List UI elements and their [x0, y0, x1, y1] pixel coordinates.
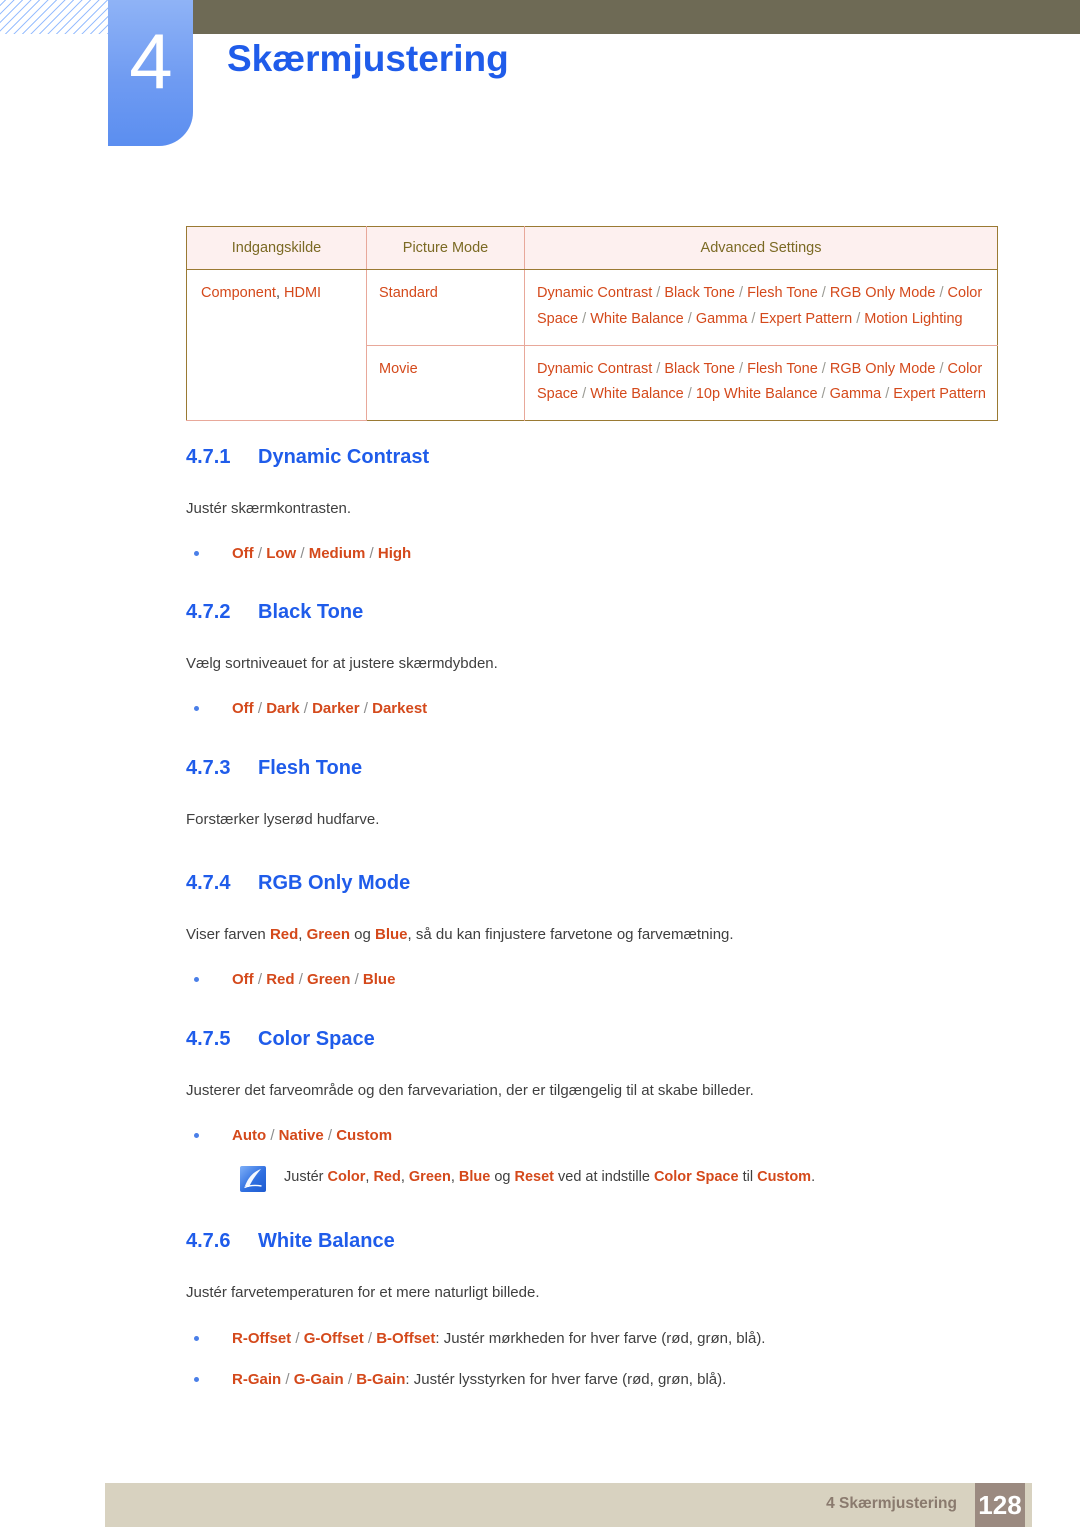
section-heading-4-7-3: 4.7.3 Flesh Tone: [186, 757, 998, 780]
section-title: White Balance: [258, 1230, 395, 1253]
detail-bullet-gain: R-Gain / G-Gain / B-Gain: Justér lysstyr…: [186, 1368, 998, 1392]
table-col-header-advanced-settings: Advanced Settings: [524, 226, 998, 270]
section-description-4-7-5: Justerer det farveområde og den farvevar…: [186, 1082, 754, 1100]
note-text: Justér Color, Red, Green, Blue og Reset …: [284, 1169, 816, 1186]
section-number: 4.7.5: [186, 1028, 231, 1051]
section-description-4-7-3: Forstærker lyserød hudfarve.: [186, 811, 380, 829]
picture-mode-table: Indgangskilde Picture Mode Advanced Sett…: [186, 226, 998, 422]
section-heading-4-7-5: 4.7.5 Color Space: [186, 1028, 998, 1051]
note-pen-icon: [240, 1166, 266, 1193]
section-heading-4-7-4: 4.7.4 RGB Only Mode: [186, 872, 998, 895]
cell-picture-mode-standard: Standard: [366, 269, 525, 346]
section-title: RGB Only Mode: [258, 872, 411, 895]
cell-input-source: Component, HDMI: [186, 269, 367, 422]
chapter-number-tab: 4: [108, 0, 193, 146]
section-title: Color Space: [258, 1028, 375, 1051]
cell-picture-mode-movie: Movie: [366, 345, 525, 421]
section-description-4-7-1: Justér skærmkontrasten.: [186, 500, 352, 518]
chapter-number: 4: [129, 17, 172, 105]
table-col-header-source: Indgangskilde: [186, 226, 367, 270]
section-number: 4.7.6: [186, 1230, 231, 1253]
header-olive-bar: [193, 0, 1080, 34]
page-content: Indgangskilde Picture Mode Advanced Sett…: [186, 226, 998, 1392]
cell-advanced-settings-movie: Dynamic Contrast / Black Tone / Flesh To…: [537, 360, 986, 403]
document-page: 4 Skærmjustering Indgangskilde Picture M…: [0, 0, 1080, 1527]
page-number-badge: 128: [975, 1483, 1025, 1527]
options-bullet-4-7-4: Off / Red / Green / Blue: [186, 968, 998, 992]
section-heading-4-7-6: 4.7.6 White Balance: [186, 1230, 998, 1253]
section-heading-4-7-2: 4.7.2 Black Tone: [186, 601, 998, 624]
detail-bullet-offset: R-Offset / G-Offset / B-Offset: Justér m…: [186, 1327, 998, 1351]
footer-bar: 4 Skærmjustering: [105, 1483, 1032, 1527]
section-description-4-7-2: Vælg sortniveauet for at justere skærmdy…: [186, 655, 498, 673]
options-bullet-4-7-2: Off / Dark / Darker / Darkest: [186, 697, 998, 721]
section-title: Dynamic Contrast: [258, 446, 430, 469]
footer-chapter-label: 4 Skærmjustering: [826, 1495, 957, 1512]
section-title: Black Tone: [258, 601, 364, 624]
cell-advanced-settings-standard: Dynamic Contrast / Black Tone / Flesh To…: [524, 269, 998, 346]
table-row: Component, HDMI Standard Dynamic Contras…: [186, 269, 998, 422]
section-description-4-7-4: Viser farven Red, Green og Blue, så du k…: [186, 926, 734, 944]
section-heading-4-7-1: 4.7.1 Dynamic Contrast: [186, 446, 998, 469]
note-block: Justér Color, Red, Green, Blue og Reset …: [186, 1166, 998, 1200]
section-number: 4.7.1: [186, 446, 231, 469]
table-col-header-picture-mode: Picture Mode: [366, 226, 525, 270]
page-title: Skærmjustering: [227, 38, 509, 79]
section-title: Flesh Tone: [258, 757, 363, 780]
section-number: 4.7.4: [186, 872, 231, 895]
section-number: 4.7.2: [186, 601, 231, 624]
options-bullet-4-7-5: Auto / Native / Custom: [186, 1124, 998, 1148]
section-description-4-7-6: Justér farvetemperaturen for et mere nat…: [186, 1284, 540, 1302]
section-number: 4.7.3: [186, 757, 231, 780]
table-header-row: Indgangskilde Picture Mode Advanced Sett…: [186, 226, 998, 270]
options-bullet-4-7-1: Off / Low / Medium / High: [186, 542, 998, 566]
